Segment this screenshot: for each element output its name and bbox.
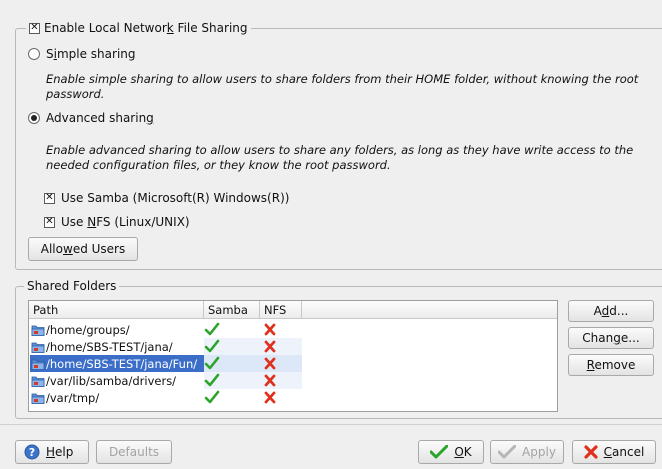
use-nfs-option[interactable]: ✕ Use NFS (Linux/UNIX) [44, 214, 190, 230]
defaults-button[interactable]: Defaults [96, 440, 172, 464]
samba-enabled-check-icon [204, 373, 220, 387]
path-text: /var/tmp/ [46, 390, 100, 405]
table-row[interactable]: /home/SBS-TEST/jana/ [30, 338, 558, 355]
column-path[interactable]: Path [29, 301, 204, 319]
advanced-sharing-radio[interactable] [28, 112, 40, 124]
path-cell: /home/SBS-TEST/jana/ [30, 338, 204, 355]
defaults-label: Defaults [108, 445, 160, 459]
samba-enabled-check-icon [204, 322, 220, 336]
folder-icon [31, 376, 45, 387]
shared-folders-table[interactable]: Path Samba NFS /home/groups/ /home/SBS-TE… [28, 300, 558, 412]
apply-button[interactable]: Apply [490, 440, 564, 464]
svg-text:?: ? [29, 446, 35, 459]
table-row[interactable]: /var/lib/samba/drivers/ [30, 372, 558, 389]
simple-sharing-radio[interactable] [28, 48, 40, 60]
shared-folders-title: Shared Folders [24, 278, 120, 294]
path-cell: /home/SBS-TEST/jana/Fun/ [30, 355, 204, 372]
path-text: /home/SBS-TEST/jana/Fun/ [46, 356, 198, 371]
apply-label: Apply [522, 445, 556, 459]
folder-icon [31, 325, 45, 336]
status-cells [204, 338, 302, 355]
ok-check-icon [430, 445, 449, 459]
use-samba-label: Use Samba (Microsoft(R) Windows(R)) [61, 191, 290, 205]
enable-sharing-label: Enable Local Network File Sharing [44, 21, 248, 35]
change-button-label: Change... [582, 331, 640, 345]
path-text: /home/groups/ [46, 322, 130, 337]
cancel-button[interactable]: Cancel [572, 440, 656, 464]
nfs-disabled-cross-icon [264, 340, 276, 353]
status-cells [204, 372, 302, 389]
cancel-icon [584, 445, 598, 459]
simple-sharing-label: Simple sharing [46, 47, 136, 61]
path-cell: /var/lib/samba/drivers/ [30, 372, 204, 389]
apply-check-icon [498, 445, 517, 459]
enable-sharing-checkbox-row[interactable]: ✕ Enable Local Network File Sharing [26, 20, 251, 36]
samba-enabled-check-icon [204, 390, 220, 404]
use-samba-option[interactable]: ✕ Use Samba (Microsoft(R) Windows(R)) [44, 190, 289, 206]
table-row[interactable]: /home/groups/ [30, 321, 558, 338]
path-text: /home/SBS-TEST/jana/ [46, 339, 173, 354]
advanced-sharing-option[interactable]: Advanced sharing [28, 110, 154, 126]
samba-enabled-check-icon [204, 339, 220, 353]
allowed-users-button[interactable]: Allowed Users [28, 237, 138, 261]
folder-icon [31, 342, 45, 353]
advanced-sharing-description: Enable advanced sharing to allow users t… [46, 143, 634, 172]
table-row[interactable]: /home/SBS-TEST/jana/Fun/ [30, 355, 558, 372]
table-header: Path Samba NFS [29, 301, 557, 319]
footer-separator [0, 424, 662, 425]
use-nfs-label: Use NFS (Linux/UNIX) [61, 215, 190, 229]
use-nfs-checkbox[interactable]: ✕ [44, 216, 55, 228]
folder-icon [31, 393, 45, 404]
advanced-sharing-label: Advanced sharing [46, 111, 154, 125]
simple-sharing-option[interactable]: Simple sharing [28, 46, 136, 62]
cancel-label: Cancel [603, 445, 645, 459]
remove-button[interactable]: Remove [568, 354, 654, 376]
status-cells [204, 321, 302, 338]
ok-label: OK [454, 445, 472, 459]
nfs-disabled-cross-icon [264, 391, 276, 404]
use-samba-checkbox[interactable]: ✕ [44, 192, 55, 204]
column-samba[interactable]: Samba [204, 301, 260, 319]
status-cells [204, 355, 302, 372]
add-button[interactable]: Add... [568, 300, 654, 322]
allowed-users-label: Allowed Users [40, 242, 126, 256]
change-button[interactable]: Change... [568, 327, 654, 349]
help-button[interactable]: ? Help [15, 440, 89, 464]
path-text: /var/lib/samba/drivers/ [46, 373, 177, 388]
ok-button[interactable]: OK [418, 440, 484, 464]
shared-folders-title-text: Shared Folders [27, 279, 117, 293]
simple-sharing-description: Enable simple sharing to allow users to … [46, 72, 639, 101]
help-icon: ? [24, 444, 40, 460]
column-nfs[interactable]: NFS [260, 301, 302, 319]
enable-sharing-checkbox[interactable]: ✕ [29, 22, 40, 34]
nfs-disabled-cross-icon [264, 357, 276, 370]
table-row[interactable]: /var/tmp/ [30, 389, 558, 406]
status-cells [204, 389, 302, 406]
path-cell: /var/tmp/ [30, 389, 204, 406]
path-cell: /home/groups/ [30, 321, 204, 338]
samba-enabled-check-icon [204, 356, 220, 370]
help-label: Help [46, 445, 74, 459]
add-button-label: Add... [593, 304, 629, 318]
folder-icon [31, 359, 45, 370]
nfs-disabled-cross-icon [264, 374, 276, 387]
remove-button-label: Remove [586, 358, 636, 372]
nfs-disabled-cross-icon [264, 323, 276, 336]
